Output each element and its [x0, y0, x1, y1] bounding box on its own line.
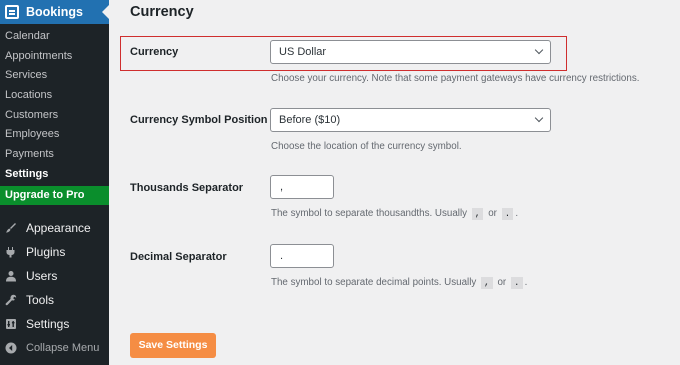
bookings-icon	[5, 5, 19, 19]
menu-tools-label: Tools	[26, 293, 55, 307]
submenu-item-employees[interactable]: Employees	[0, 125, 109, 145]
bookings-submenu: Calendar Appointments Services Locations…	[0, 27, 109, 185]
paintbrush-icon	[5, 222, 17, 234]
collapse-menu-label: Collapse Menu	[26, 342, 100, 354]
thousands-separator-label: Thousands Separator	[130, 182, 244, 194]
menu-bookings[interactable]: Bookings	[0, 0, 109, 24]
decimal-separator-input[interactable]: .	[270, 244, 334, 268]
menu-appearance[interactable]: Appearance	[0, 217, 109, 239]
submenu-item-services[interactable]: Services	[0, 66, 109, 86]
or-text: or	[497, 277, 507, 288]
chevron-down-icon	[534, 113, 544, 123]
admin-sidebar: Bookings Calendar Appointments Services …	[0, 0, 109, 365]
menu-plugins[interactable]: Plugins	[0, 241, 109, 263]
menu-tools[interactable]: Tools	[0, 289, 109, 311]
period-text: .	[524, 277, 528, 288]
submenu-item-appointments[interactable]: Appointments	[0, 47, 109, 67]
symbol-position-description: Choose the location of the currency symb…	[271, 141, 462, 152]
current-menu-arrow	[102, 5, 109, 19]
thousands-separator-description: The symbol to separate thousandths. Usua…	[271, 208, 518, 220]
plugin-icon	[5, 246, 17, 258]
decimal-separator-description: The symbol to separate decimal points. U…	[271, 277, 527, 289]
thousands-description-text: The symbol to separate thousandths. Usua…	[271, 208, 468, 219]
currency-select-value: US Dollar	[279, 46, 327, 58]
user-icon	[5, 270, 17, 282]
submenu-item-locations[interactable]: Locations	[0, 86, 109, 106]
submenu-item-customers[interactable]: Customers	[0, 106, 109, 126]
chevron-down-icon	[534, 45, 544, 55]
decimal-separator-label: Decimal Separator	[130, 251, 227, 263]
menu-settings-label: Settings	[26, 317, 70, 331]
collapse-icon	[5, 342, 17, 354]
menu-plugins-label: Plugins	[26, 245, 66, 259]
or-text: or	[488, 208, 497, 219]
currency-label: Currency	[130, 46, 179, 58]
decimal-description-text: The symbol to separate decimal points. U…	[271, 277, 477, 288]
save-settings-button[interactable]: Save Settings	[130, 333, 216, 358]
code-period: .	[501, 208, 514, 220]
wrench-icon	[5, 294, 17, 306]
currency-select[interactable]: US Dollar	[270, 40, 551, 64]
menu-settings[interactable]: Settings	[0, 313, 109, 335]
submenu-item-calendar[interactable]: Calendar	[0, 27, 109, 47]
section-heading: Currency	[130, 4, 194, 20]
menu-users-label: Users	[26, 269, 58, 283]
menu-bookings-label: Bookings	[26, 5, 83, 19]
settings-icon	[5, 318, 17, 330]
upgrade-to-pro-link[interactable]: Upgrade to Pro	[0, 186, 109, 205]
symbol-position-select-value: Before ($10)	[279, 114, 341, 126]
menu-users[interactable]: Users	[0, 265, 109, 287]
code-comma: ,	[481, 277, 493, 289]
code-period: .	[510, 277, 523, 289]
submenu-item-payments[interactable]: Payments	[0, 145, 109, 165]
collapse-menu-button[interactable]: Collapse Menu	[0, 337, 109, 359]
symbol-position-select[interactable]: Before ($10)	[270, 108, 551, 132]
symbol-position-label: Currency Symbol Position	[130, 114, 268, 126]
code-comma: ,	[471, 208, 484, 220]
thousands-separator-input[interactable]: ,	[270, 175, 334, 199]
settings-content: Currency Currency US Dollar Choose your …	[109, 0, 680, 365]
period-text: .	[515, 208, 519, 219]
submenu-item-settings[interactable]: Settings	[0, 165, 109, 185]
menu-appearance-label: Appearance	[26, 221, 91, 235]
currency-description: Choose your currency. Note that some pay…	[271, 73, 640, 84]
